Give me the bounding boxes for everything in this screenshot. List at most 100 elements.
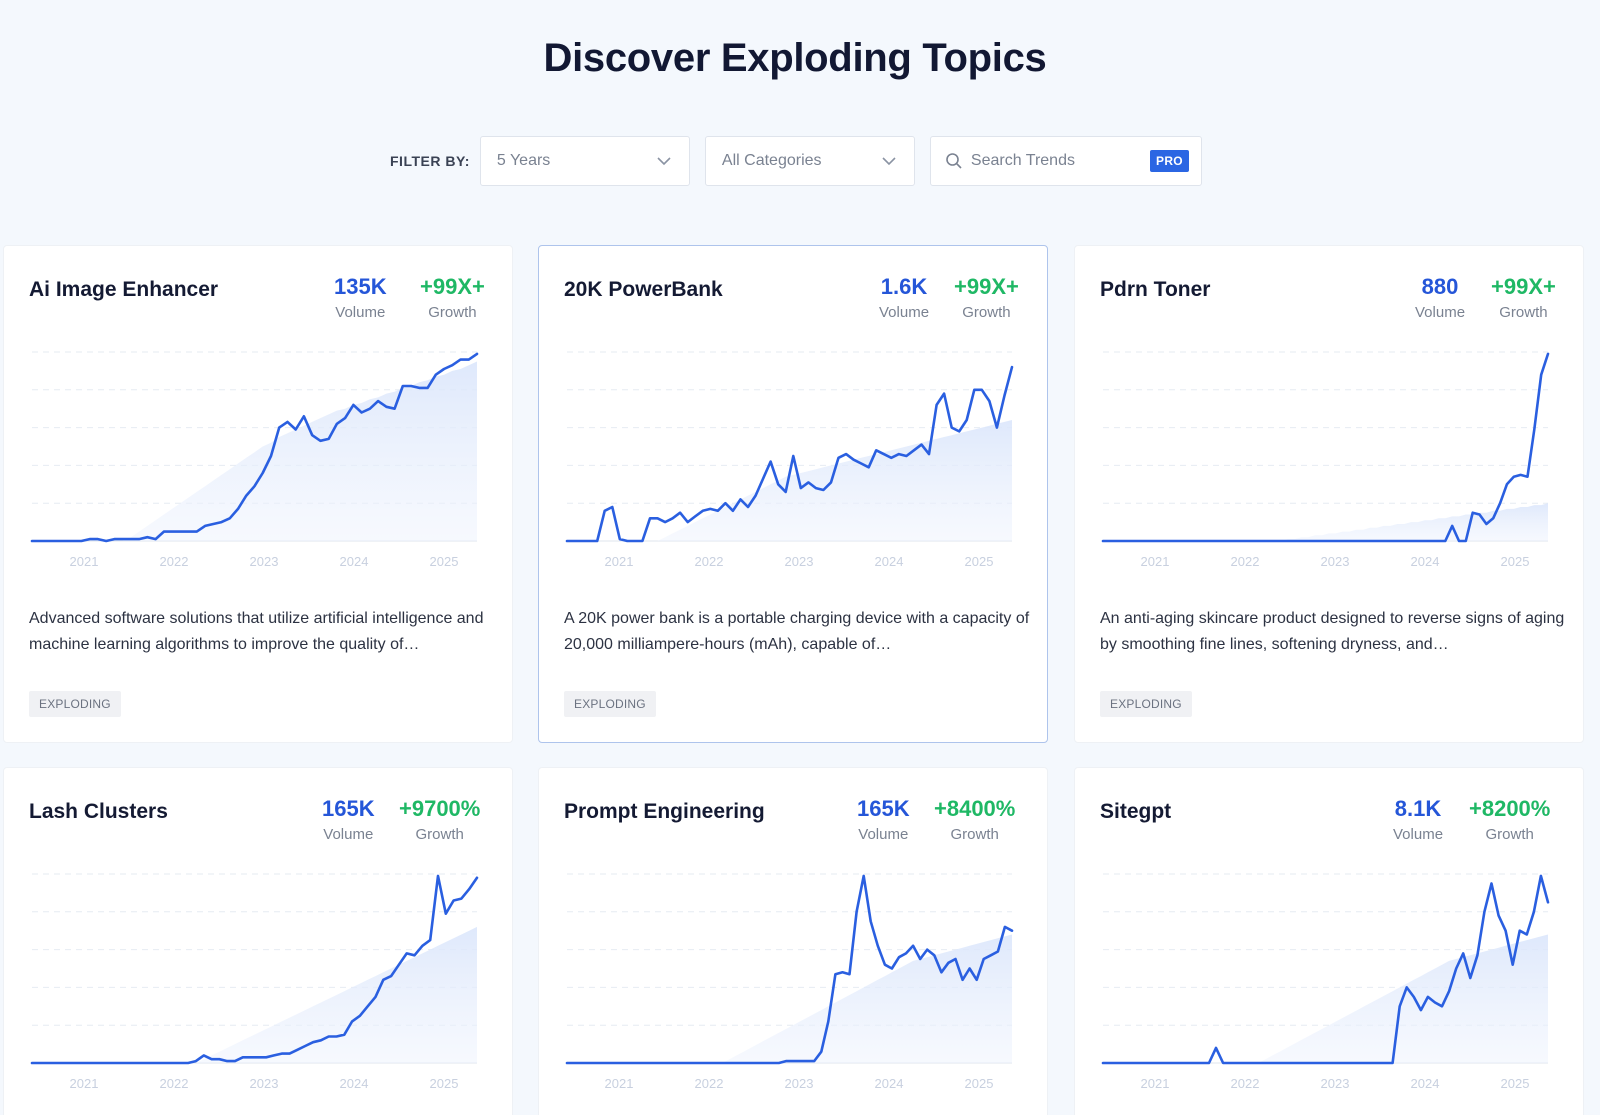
topic-title: Ai Image Enhancer — [29, 278, 219, 301]
volume-value: 880 — [1421, 274, 1459, 299]
x-tick-label: 2025 — [965, 554, 994, 569]
volume-stat: 165K Volume — [322, 796, 375, 843]
x-tick-label: 2024 — [875, 1076, 904, 1091]
chevron-down-icon — [657, 157, 671, 166]
topic-description: A 20K power bank is a portable charging … — [564, 610, 1030, 653]
growth-label: Growth — [950, 826, 999, 843]
volume-value: 1.6K — [880, 274, 928, 299]
growth-value: +8200% — [1469, 796, 1551, 821]
trend-area — [1103, 503, 1548, 541]
pro-badge: PRO — [1150, 150, 1189, 172]
trend-chart: 2021 2022 2023 2024 2025 — [565, 351, 1014, 569]
timeframe-select[interactable]: 5 Years — [479, 136, 690, 186]
search-icon — [946, 153, 962, 169]
x-tick-label: 2023 — [785, 554, 814, 569]
volume-label: Volume — [323, 826, 374, 843]
growth-label: Growth — [962, 304, 1011, 321]
x-tick-label: 2022 — [160, 554, 189, 569]
x-tick-label: 2023 — [1321, 1076, 1350, 1091]
growth-label: Growth — [1485, 826, 1534, 843]
x-tick-label: 2025 — [1501, 554, 1530, 569]
x-tick-label: 2024 — [340, 554, 369, 569]
growth-stat: +99X+ Growth — [1491, 274, 1556, 321]
status-tag: EXPLODING — [29, 691, 121, 717]
x-tick-label: 2025 — [430, 1076, 459, 1091]
trend-chart: 2021 2022 2023 2024 2025 — [1101, 873, 1550, 1091]
trend-chart: 2021 2022 2023 2024 2025 — [1101, 351, 1550, 569]
x-tick-label: 2022 — [695, 1076, 724, 1091]
x-tick-label: 2023 — [1321, 554, 1350, 569]
topic-card[interactable]: Sitegpt 8.1K Volume +8200% Growth 2021 20… — [1074, 767, 1584, 1115]
timeframe-value: 5 Years — [496, 152, 551, 169]
x-tick-label: 2023 — [250, 1076, 279, 1091]
growth-stat: +99X+ Growth — [954, 274, 1019, 321]
volume-label: Volume — [1415, 304, 1466, 321]
x-tick-label: 2025 — [965, 1076, 994, 1091]
category-select[interactable]: All Categories — [704, 136, 915, 186]
trend-area — [1103, 934, 1548, 1063]
volume-stat: 1.6K Volume — [879, 274, 929, 321]
volume-label: Volume — [879, 304, 930, 321]
volume-stat: 165K Volume — [857, 796, 910, 843]
growth-value: +8400% — [934, 796, 1016, 821]
status-tag: EXPLODING — [564, 691, 656, 717]
volume-value: 165K — [857, 796, 910, 821]
volume-label: Volume — [1393, 826, 1444, 843]
x-tick-label: 2024 — [340, 1076, 369, 1091]
filter-bar: FILTER BY: 5 Years All Categories PRO — [390, 136, 1202, 186]
trend-area — [32, 361, 477, 541]
volume-label: Volume — [335, 304, 386, 321]
trend-chart: 2021 2022 2023 2024 2025 — [30, 351, 479, 569]
topic-card[interactable]: Pdrn Toner 880 Volume +99X+ Growth 2021 2… — [1074, 245, 1584, 743]
x-tick-label: 2022 — [160, 1076, 189, 1091]
x-tick-label: 2023 — [250, 554, 279, 569]
volume-value: 135K — [334, 274, 387, 299]
growth-label: Growth — [428, 304, 477, 321]
chevron-down-icon — [882, 157, 896, 166]
trend-chart: 2021 2022 2023 2024 2025 — [565, 873, 1014, 1091]
growth-label: Growth — [415, 826, 464, 843]
x-tick-label: 2023 — [785, 1076, 814, 1091]
search-box[interactable]: PRO — [929, 136, 1202, 186]
x-tick-label: 2025 — [430, 554, 459, 569]
volume-stat: 880 Volume — [1415, 274, 1465, 321]
x-tick-label: 2024 — [1411, 1076, 1440, 1091]
topic-description: Advanced software solutions that utilize… — [29, 610, 484, 653]
x-tick-label: 2024 — [1411, 554, 1440, 569]
growth-stat: +8200% Growth — [1469, 796, 1550, 843]
volume-value: 165K — [322, 796, 375, 821]
growth-stat: +9700% Growth — [399, 796, 480, 843]
growth-stat: +99X+ Growth — [420, 274, 485, 321]
topic-title: Lash Clusters — [29, 800, 168, 823]
topic-card[interactable]: 20K PowerBank 1.6K Volume +99X+ Growth 2… — [538, 245, 1048, 743]
topic-card[interactable]: Ai Image Enhancer 135K Volume +99X+ Grow… — [3, 245, 513, 743]
topic-title: Sitegpt — [1100, 800, 1172, 823]
search-input[interactable] — [970, 152, 1151, 170]
topic-title: Pdrn Toner — [1100, 278, 1211, 301]
topic-card[interactable]: Lash Clusters 165K Volume +9700% Growth … — [3, 767, 513, 1115]
topic-title: 20K PowerBank — [564, 278, 723, 301]
x-tick-label: 2024 — [875, 554, 904, 569]
x-tick-label: 2021 — [605, 1076, 634, 1091]
volume-stat: 135K Volume — [334, 274, 387, 321]
x-tick-label: 2021 — [70, 1076, 99, 1091]
page-title: Discover Exploding Topics — [543, 36, 1047, 80]
growth-value: +99X+ — [1491, 274, 1556, 299]
growth-value: +99X+ — [954, 274, 1019, 299]
x-tick-label: 2022 — [695, 554, 724, 569]
x-tick-label: 2021 — [1141, 1076, 1170, 1091]
x-tick-label: 2021 — [605, 554, 634, 569]
trend-area — [32, 926, 477, 1063]
volume-stat: 8.1K Volume — [1393, 796, 1443, 843]
growth-label: Growth — [1499, 304, 1548, 321]
category-value: All Categories — [721, 152, 822, 169]
topic-card[interactable]: Prompt Engineering 165K Volume +8400% Gr… — [538, 767, 1048, 1115]
x-tick-label: 2021 — [70, 554, 99, 569]
growth-value: +9700% — [399, 796, 481, 821]
growth-stat: +8400% Growth — [934, 796, 1015, 843]
growth-value: +99X+ — [420, 274, 485, 299]
topic-description: An anti-aging skincare product designed … — [1100, 610, 1565, 653]
trend-area — [567, 420, 1012, 541]
x-tick-label: 2022 — [1231, 554, 1260, 569]
filter-label: FILTER BY: — [390, 153, 470, 169]
